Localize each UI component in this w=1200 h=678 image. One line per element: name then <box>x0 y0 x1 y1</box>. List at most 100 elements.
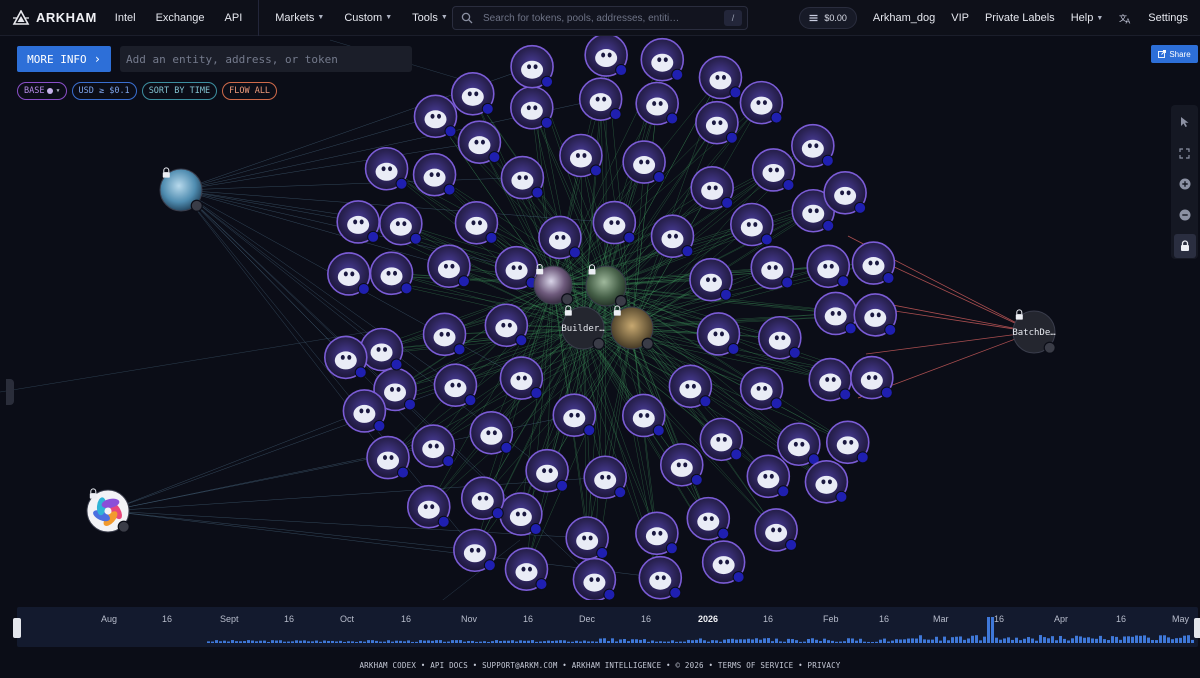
wallet-node[interactable] <box>806 244 851 289</box>
wallet-node[interactable] <box>825 420 870 465</box>
wallet-node[interactable] <box>853 293 898 337</box>
wallet-node[interactable] <box>538 215 582 260</box>
wallet-node[interactable] <box>565 516 609 560</box>
wallet-node[interactable] <box>698 55 743 100</box>
wallet-node[interactable] <box>510 85 554 130</box>
wallet-node[interactable] <box>823 171 867 215</box>
zoom-in-button[interactable] <box>1174 172 1196 196</box>
wallet-node[interactable] <box>777 422 821 467</box>
wallet-node[interactable] <box>559 133 603 178</box>
wallet-node[interactable] <box>751 148 796 192</box>
wallet-node[interactable] <box>323 335 368 380</box>
wallet-node[interactable] <box>635 511 679 556</box>
global-search[interactable]: Search for tokens, pools, addresses, ent… <box>452 6 748 30</box>
search-input[interactable]: Search for tokens, pools, addresses, ent… <box>483 13 713 24</box>
wallet-node[interactable] <box>850 355 894 400</box>
wallet-node[interactable] <box>739 80 784 125</box>
vip-link[interactable]: VIP <box>943 12 977 24</box>
wallet-node[interactable] <box>622 140 666 184</box>
wallet-node[interactable] <box>510 44 554 89</box>
wallet-node[interactable] <box>583 455 627 500</box>
wallet-node[interactable] <box>668 364 713 409</box>
wallet-node[interactable] <box>804 460 849 504</box>
left-panel-toggle[interactable] <box>6 379 14 405</box>
wallet-node[interactable] <box>454 201 499 245</box>
wallet-node[interactable] <box>701 540 746 584</box>
wallet-node[interactable] <box>457 120 502 164</box>
wallet-node[interactable] <box>484 303 529 348</box>
wallet-node[interactable] <box>578 77 623 121</box>
zoom-out-button[interactable] <box>1174 203 1196 227</box>
wallet-node[interactable] <box>686 496 731 541</box>
filter-chain-base[interactable]: BASE ▼ <box>17 82 67 100</box>
wallet-node[interactable] <box>427 244 471 289</box>
wallet-node[interactable] <box>621 393 666 438</box>
wallet-node[interactable] <box>851 241 896 285</box>
wallet-node[interactable] <box>758 315 802 360</box>
wallet-node[interactable] <box>689 257 733 302</box>
wallet-node[interactable] <box>406 484 451 529</box>
wallet-node[interactable] <box>369 251 414 296</box>
wallet-node[interactable] <box>422 312 467 357</box>
wallet-balance-button[interactable]: $0.00 <box>799 7 857 29</box>
share-button[interactable]: Share <box>1151 45 1198 63</box>
help-menu[interactable]: Help ▼ <box>1063 12 1112 24</box>
wallet-node[interactable] <box>500 155 545 200</box>
wallet-node[interactable] <box>552 393 597 438</box>
footer-terms-link[interactable]: TERMS OF SERVICE <box>718 661 793 670</box>
wallet-node[interactable] <box>696 312 741 356</box>
wallet-node[interactable] <box>650 214 695 258</box>
wallet-node[interactable] <box>412 152 457 197</box>
nav-tools[interactable]: Tools ▼ <box>402 12 458 24</box>
wallet-node[interactable] <box>659 443 704 487</box>
wallet-node[interactable] <box>754 508 798 552</box>
settings-link[interactable]: Settings <box>1140 12 1196 24</box>
wallet-node[interactable] <box>730 202 774 247</box>
nav-intel[interactable]: Intel <box>105 12 146 24</box>
wallet-node[interactable] <box>699 417 744 462</box>
timeline-slider[interactable]: Aug 16 Sept 16 Oct 16 Nov 16 Dec 16 2026… <box>13 607 1200 647</box>
filter-usd-min[interactable]: USD ≥ $0.1 <box>71 82 137 100</box>
wallet-node[interactable] <box>413 94 458 139</box>
wallet-node[interactable] <box>690 166 734 210</box>
wallet-node[interactable] <box>499 492 543 536</box>
wallet-node[interactable] <box>592 200 637 245</box>
entity-search-input[interactable] <box>120 46 412 72</box>
wallet-node[interactable] <box>791 123 835 168</box>
wallet-node[interactable] <box>695 100 739 145</box>
wallet-node[interactable] <box>494 245 539 290</box>
filter-flow-all[interactable]: FLOW ALL <box>222 82 278 100</box>
wallet-node[interactable] <box>327 252 371 296</box>
language-button[interactable]: 文 A <box>1111 12 1140 24</box>
wallet-node[interactable] <box>635 81 679 126</box>
wallet-node[interactable] <box>336 200 380 244</box>
wallet-node[interactable] <box>525 448 569 493</box>
wallet-node[interactable] <box>746 454 791 499</box>
wallet-node[interactable] <box>364 146 409 191</box>
nav-exchange[interactable]: Exchange <box>146 12 215 24</box>
wallet-node[interactable] <box>739 366 784 411</box>
wallet-node[interactable] <box>366 435 410 480</box>
footer-support-link[interactable]: SUPPORT@ARKM.COM <box>482 661 557 670</box>
wallet-node[interactable] <box>359 327 404 372</box>
wallet-node[interactable] <box>453 528 497 573</box>
wallet-node[interactable] <box>411 424 456 468</box>
wallet-node[interactable] <box>584 33 628 77</box>
wallet-node[interactable] <box>750 245 795 290</box>
wallet-node[interactable] <box>638 555 683 600</box>
footer-intelligence-link[interactable]: ARKHAM INTELLIGENCE <box>572 661 662 670</box>
filter-sort-by-time[interactable]: SORT BY TIME <box>141 82 218 100</box>
footer-privacy-link[interactable]: PRIVACY <box>808 661 841 670</box>
wallet-node[interactable] <box>499 356 544 400</box>
private-labels-link[interactable]: Private Labels <box>977 12 1063 24</box>
wallet-node[interactable] <box>342 389 387 433</box>
wallet-node[interactable] <box>469 410 514 455</box>
wallet-node[interactable] <box>640 37 685 82</box>
wallet-node[interactable] <box>379 201 423 246</box>
wallet-node[interactable] <box>572 557 617 600</box>
timeline-end-handle[interactable] <box>1194 618 1200 638</box>
footer-api-docs-link[interactable]: API DOCS <box>430 661 468 670</box>
wallet-node[interactable] <box>450 72 495 116</box>
more-info-button[interactable]: MORE INFO › <box>17 46 111 72</box>
arkham-logo[interactable]: ARKHAM <box>12 0 97 36</box>
